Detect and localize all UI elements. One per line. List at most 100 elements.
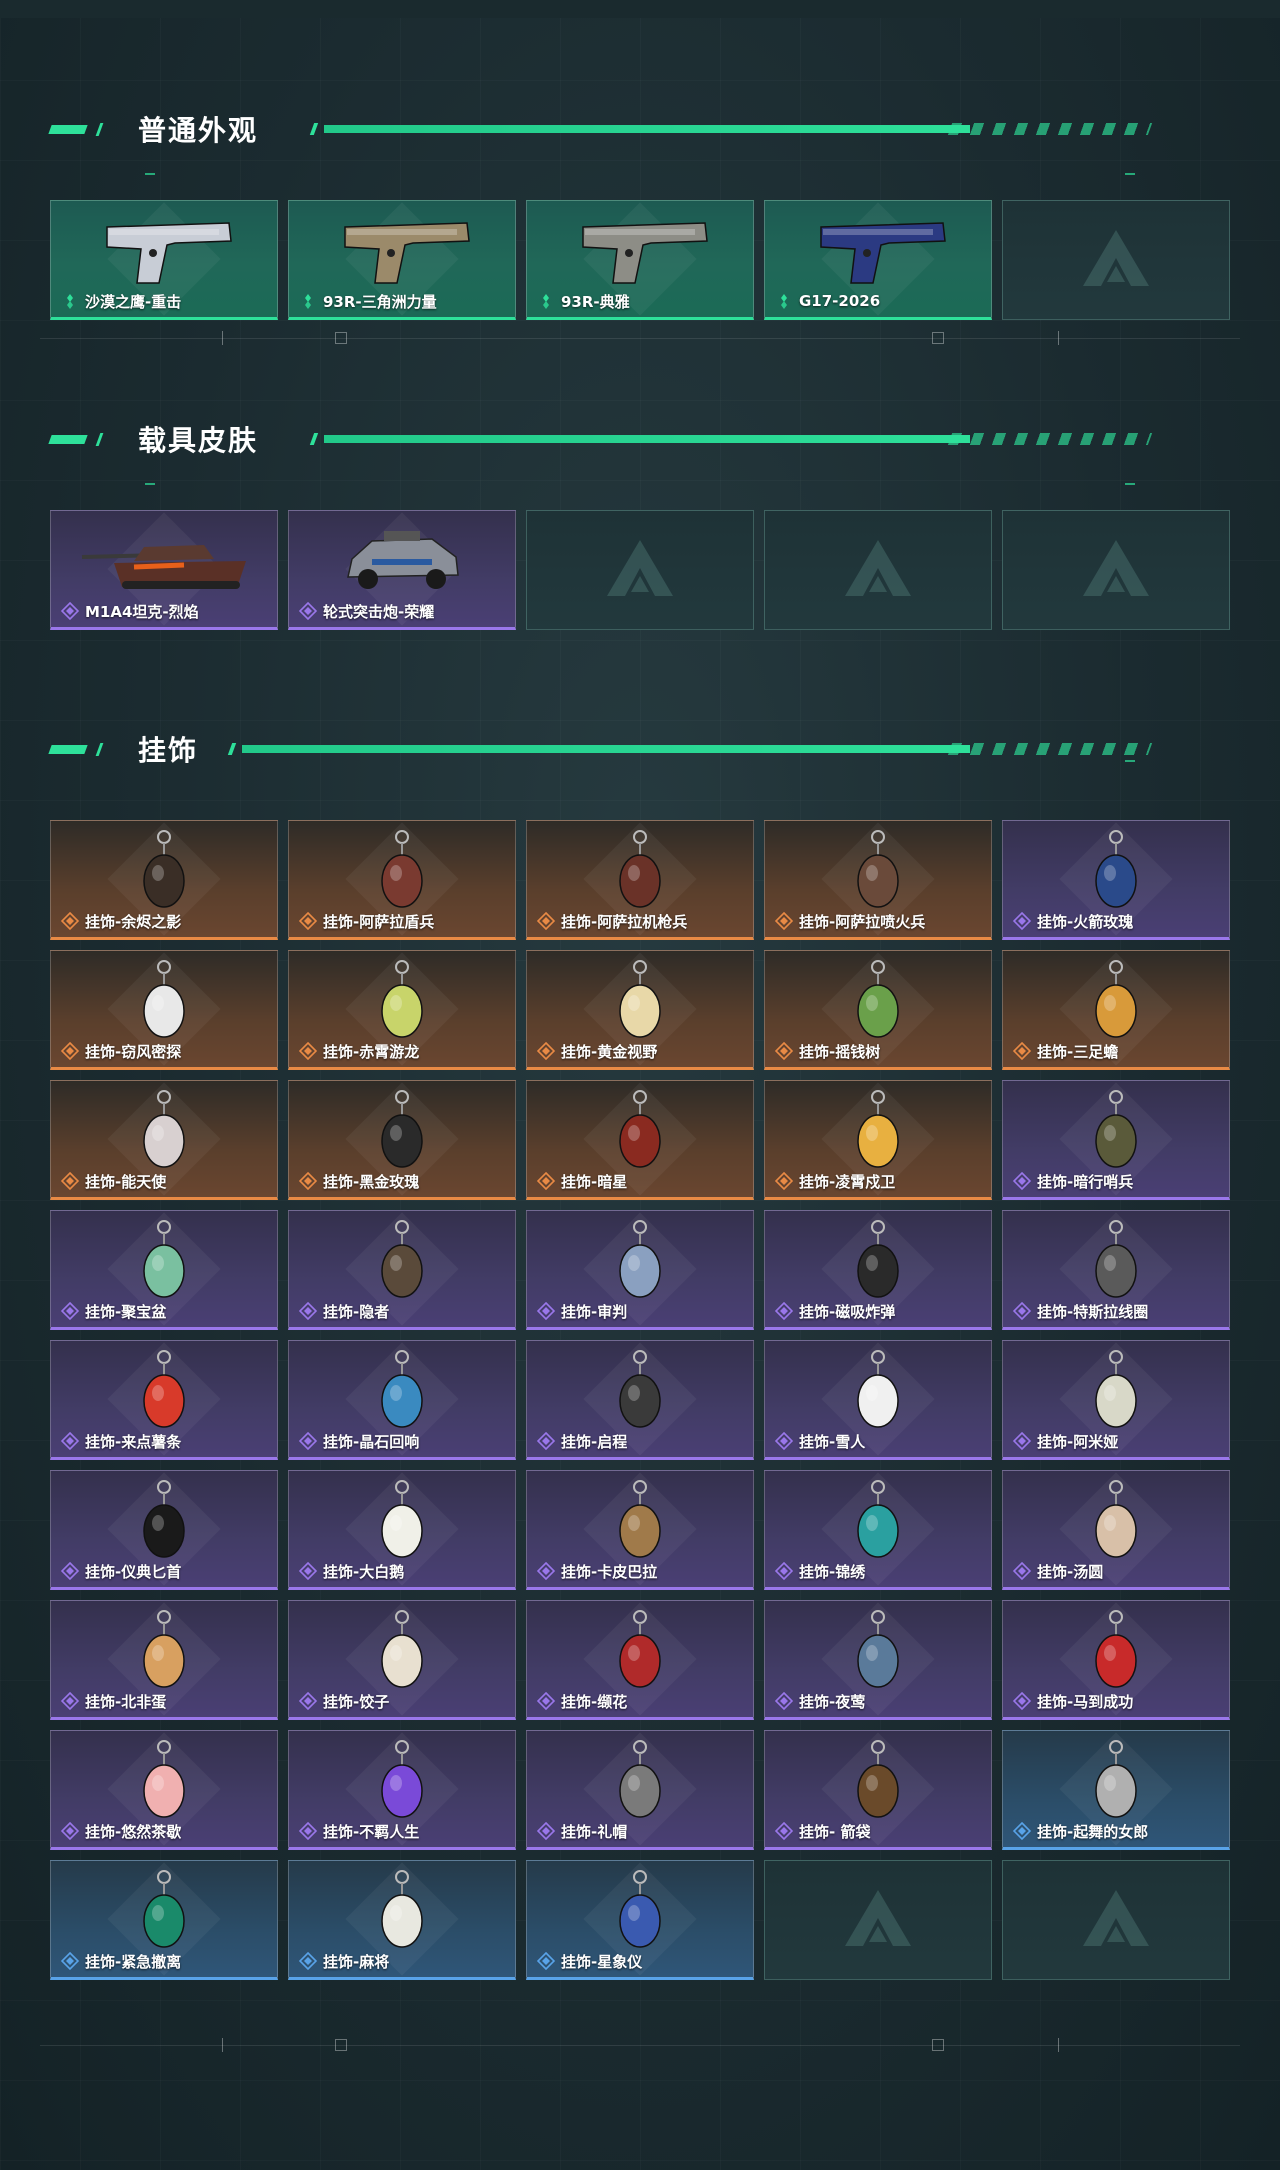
item-card[interactable]: 挂饰-饺子 xyxy=(288,1600,516,1720)
pistol-icon xyxy=(565,209,715,293)
item-label: 93R-三角洲力量 xyxy=(323,292,437,311)
rarity-purple-icon xyxy=(298,1431,318,1451)
item-label-row: 轮式突击炮-荣耀 xyxy=(298,601,509,621)
section-title: 挂饰 xyxy=(138,734,199,767)
item-card[interactable]: 挂饰-紧急撤离 xyxy=(50,1860,278,1980)
rarity-purple-icon xyxy=(60,1301,80,1321)
item-card[interactable]: 挂饰-雪人 xyxy=(764,1340,992,1460)
item-card[interactable]: 挂饰-赤霄游龙 xyxy=(288,950,516,1070)
item-card[interactable]: 挂饰-星象仪 xyxy=(526,1860,754,1980)
item-card[interactable]: 挂饰-阿米娅 xyxy=(1002,1340,1230,1460)
rarity-purple-icon xyxy=(60,1431,80,1451)
rarity-purple-icon xyxy=(774,1691,794,1711)
section-marker xyxy=(95,743,104,756)
logo-icon xyxy=(843,1888,913,1952)
divider-tick xyxy=(222,331,223,345)
item-card[interactable]: 挂饰-黑金玫瑰 xyxy=(288,1080,516,1200)
rarity-blue-icon xyxy=(536,1951,556,1971)
item-card[interactable]: 挂饰-聚宝盆 xyxy=(50,1210,278,1330)
item-card[interactable]: 挂饰-窃风密探 xyxy=(50,950,278,1070)
item-card[interactable]: 挂饰-麻将 xyxy=(288,1860,516,1980)
item-card[interactable]: 挂饰-晶石回响 xyxy=(288,1340,516,1460)
item-label: 挂饰-紧急撤离 xyxy=(85,1952,182,1971)
item-card[interactable]: 挂饰-阿萨拉机枪兵 xyxy=(526,820,754,940)
rarity-purple-icon xyxy=(536,1301,556,1321)
item-label: M1A4坦克-烈焰 xyxy=(85,602,199,621)
item-label-row: 挂饰-晶石回响 xyxy=(298,1431,509,1451)
charm-icon xyxy=(838,1349,918,1441)
rarity-green-icon xyxy=(299,292,317,310)
item-card[interactable]: 挂饰-来点薯条 xyxy=(50,1340,278,1460)
item-card[interactable]: 挂饰-北非蛋 xyxy=(50,1600,278,1720)
item-card[interactable]: 挂饰-隐者 xyxy=(288,1210,516,1330)
item-card[interactable]: 挂饰-夜莺 xyxy=(764,1600,992,1720)
item-label-row: 挂饰-马到成功 xyxy=(1012,1691,1223,1711)
item-label-row: 挂饰-隐者 xyxy=(298,1301,509,1321)
item-card[interactable]: 挂饰- 箭袋 xyxy=(764,1730,992,1850)
item-label: 挂饰-暗星 xyxy=(561,1172,628,1191)
item-card[interactable]: 挂饰-暗星 xyxy=(526,1080,754,1200)
item-card[interactable]: 挂饰-卡皮巴拉 xyxy=(526,1470,754,1590)
item-label: 挂饰-起舞的女郎 xyxy=(1037,1822,1149,1841)
item-label: 挂饰-来点薯条 xyxy=(85,1432,182,1451)
item-card[interactable]: 挂饰-特斯拉线圈 xyxy=(1002,1210,1230,1330)
item-card[interactable]: G17-2026 xyxy=(764,200,992,320)
item-card[interactable]: 挂饰-暗行哨兵 xyxy=(1002,1080,1230,1200)
item-label: 挂饰-特斯拉线圈 xyxy=(1037,1302,1149,1321)
charm-icon xyxy=(600,1089,680,1181)
charm-icon xyxy=(838,1479,918,1571)
item-label: 挂饰-阿萨拉机枪兵 xyxy=(561,912,688,931)
item-card[interactable]: 挂饰-摇钱树 xyxy=(764,950,992,1070)
item-card[interactable]: 挂饰-三足蟾 xyxy=(1002,950,1230,1070)
item-card[interactable]: 93R-三角洲力量 xyxy=(288,200,516,320)
rarity-purple-icon xyxy=(536,1821,556,1841)
item-card[interactable]: 挂饰-礼帽 xyxy=(526,1730,754,1850)
item-label-row: 挂饰- 箭袋 xyxy=(774,1821,985,1841)
item-label-row: 挂饰-阿萨拉喷火兵 xyxy=(774,911,985,931)
item-label: 挂饰-摇钱树 xyxy=(799,1042,881,1061)
section-title: 载具皮肤 xyxy=(138,424,259,457)
section-divider xyxy=(309,123,1153,135)
rarity-purple-icon xyxy=(298,1561,318,1581)
item-card[interactable]: 挂饰-阿萨拉盾兵 xyxy=(288,820,516,940)
item-card[interactable]: 沙漠之鹰-重击 xyxy=(50,200,278,320)
charm-icon xyxy=(362,1609,442,1701)
item-card[interactable]: 挂饰-余烬之影 xyxy=(50,820,278,940)
section-title: 普通外观 xyxy=(138,114,259,147)
item-label-row: 挂饰-阿米娅 xyxy=(1012,1431,1223,1451)
item-card[interactable]: 轮式突击炮-荣耀 xyxy=(288,510,516,630)
charm-icon xyxy=(124,1089,204,1181)
item-card[interactable]: 挂饰-火箭玫瑰 xyxy=(1002,820,1230,940)
charm-icon xyxy=(600,1869,680,1961)
item-card[interactable]: 挂饰-能天使 xyxy=(50,1080,278,1200)
item-label-row: 挂饰-麻将 xyxy=(298,1951,509,1971)
item-card[interactable]: 挂饰-启程 xyxy=(526,1340,754,1460)
divider-square xyxy=(932,2039,944,2051)
vehicle-icon xyxy=(332,519,472,603)
section-marker xyxy=(95,433,104,446)
charm-icon xyxy=(124,1219,204,1311)
item-card[interactable]: 挂饰-不羁人生 xyxy=(288,1730,516,1850)
item-card[interactable]: 挂饰-起舞的女郎 xyxy=(1002,1730,1230,1850)
item-card[interactable]: 93R-典雅 xyxy=(526,200,754,320)
item-card[interactable]: 挂饰-缬花 xyxy=(526,1600,754,1720)
item-label: 挂饰-磁吸炸弹 xyxy=(799,1302,896,1321)
rarity-purple-icon xyxy=(60,601,80,621)
item-card[interactable]: 挂饰-马到成功 xyxy=(1002,1600,1230,1720)
item-card[interactable]: 挂饰-审判 xyxy=(526,1210,754,1330)
charm-icon xyxy=(1076,1089,1156,1181)
item-card[interactable]: 挂饰-磁吸炸弹 xyxy=(764,1210,992,1330)
item-card[interactable]: 挂饰-仪典匕首 xyxy=(50,1470,278,1590)
charm-icon xyxy=(600,829,680,921)
item-label: 挂饰-星象仪 xyxy=(561,1952,643,1971)
item-card[interactable]: 挂饰-阿萨拉喷火兵 xyxy=(764,820,992,940)
item-card[interactable]: 挂饰-汤圆 xyxy=(1002,1470,1230,1590)
item-card[interactable]: 挂饰-凌霄戍卫 xyxy=(764,1080,992,1200)
item-label: 挂饰-隐者 xyxy=(323,1302,390,1321)
item-card[interactable]: 挂饰-黄金视野 xyxy=(526,950,754,1070)
item-card[interactable]: 挂饰-大白鹅 xyxy=(288,1470,516,1590)
item-card[interactable]: 挂饰-锦绣 xyxy=(764,1470,992,1590)
item-card[interactable]: 挂饰-悠然茶歇 xyxy=(50,1730,278,1850)
item-label: 挂饰-悠然茶歇 xyxy=(85,1822,182,1841)
item-card[interactable]: M1A4坦克-烈焰 xyxy=(50,510,278,630)
